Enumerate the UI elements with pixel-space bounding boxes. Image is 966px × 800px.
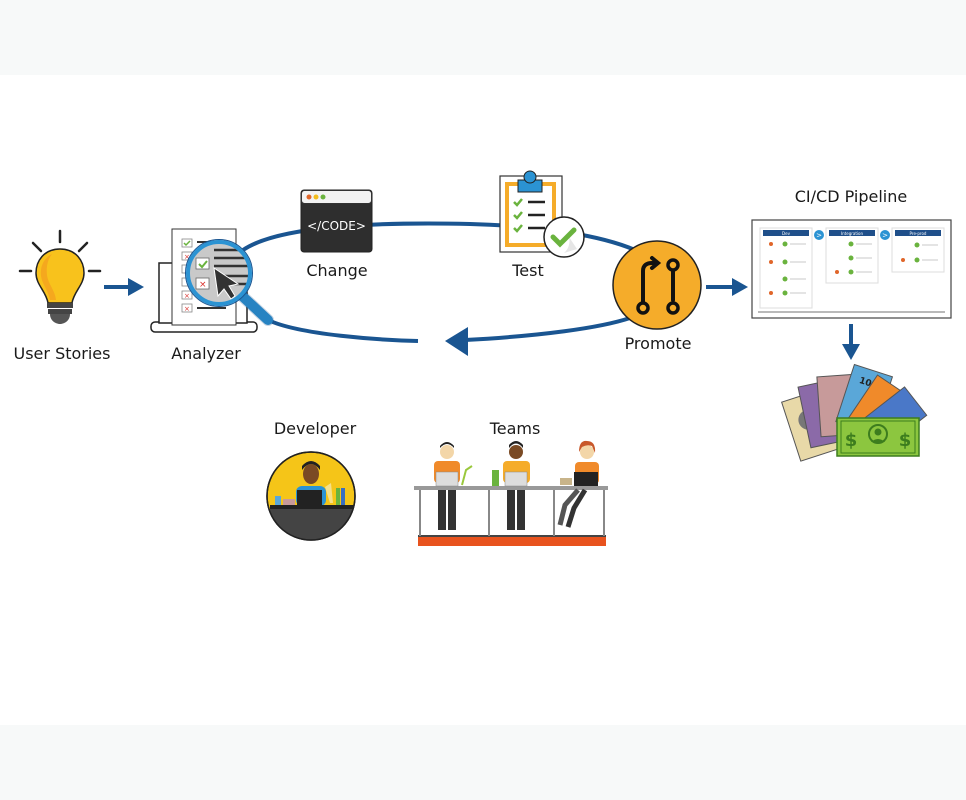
arrow-to-pipeline xyxy=(706,278,748,296)
stage-label: Integration xyxy=(841,231,864,236)
svg-text:×: × xyxy=(184,305,190,313)
pipeline-stage-preprod: Pre-prod xyxy=(891,227,945,273)
promote-label: Promote xyxy=(624,334,692,353)
lightbulb-icon xyxy=(18,229,102,324)
arrow-to-analyzer xyxy=(104,278,144,296)
loop-bottom-curve xyxy=(267,318,419,343)
pipeline-screenshot-icon: Dev Integration Pre-prod > > xyxy=(751,219,952,319)
change-label: Change xyxy=(306,261,368,280)
loop-return-curve xyxy=(464,316,631,342)
pipeline-stage-integration: Integration xyxy=(825,227,879,284)
test-label: Test xyxy=(512,261,544,280)
arrow-to-money xyxy=(842,324,860,360)
svg-text:>: > xyxy=(882,232,888,240)
stage-label: Pre-prod xyxy=(910,231,927,236)
developer-at-desk-icon xyxy=(266,451,356,541)
loop-return-arrowhead xyxy=(445,327,468,356)
svg-text:×: × xyxy=(184,292,190,300)
svg-text:>: > xyxy=(816,232,822,240)
teams-label: Teams xyxy=(489,419,541,438)
pipeline-stage-dev: Dev xyxy=(759,227,813,309)
stage-label: Dev xyxy=(782,231,791,236)
svg-text:$: $ xyxy=(845,430,858,451)
code-text: </CODE> xyxy=(307,219,366,233)
git-pull-request-icon xyxy=(612,240,702,330)
clipboard-check-icon xyxy=(499,170,585,258)
developer-label: Developer xyxy=(273,419,357,438)
team-at-desks-icon xyxy=(414,440,608,546)
money-bills-icon: 100 $ $ xyxy=(781,363,928,462)
analyzer-label: Analyzer xyxy=(171,344,241,363)
user-stories-label: User Stories xyxy=(13,344,111,363)
diagram-canvas: ××× × </CODE> Dev Integration Pre-prod >… xyxy=(18,170,952,546)
svg-text:×: × xyxy=(199,280,207,290)
pipeline-label: CI/CD Pipeline xyxy=(794,187,908,206)
code-window-icon: </CODE> xyxy=(300,189,373,253)
svg-text:$: $ xyxy=(899,430,912,451)
